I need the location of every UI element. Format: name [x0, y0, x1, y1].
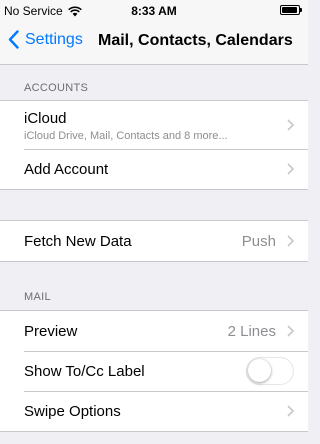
- mail-group: Preview 2 Lines Show To/Cc Label Swipe O…: [0, 310, 308, 432]
- accounts-section-header: ACCOUNTS: [24, 82, 89, 94]
- toggle-knob: [248, 359, 271, 382]
- chevron-right-icon: [287, 163, 294, 175]
- chevron-right-icon: [287, 119, 294, 131]
- preview-row[interactable]: Preview 2 Lines: [0, 311, 308, 351]
- swipe-options-label: Swipe Options: [24, 403, 121, 420]
- fetch-new-data-row[interactable]: Fetch New Data Push: [0, 221, 308, 261]
- add-account-row[interactable]: Add Account: [0, 149, 308, 189]
- preview-label: Preview: [24, 323, 78, 340]
- mail-section-header: MAIL: [24, 291, 51, 303]
- preview-value: 2 Lines: [227, 323, 276, 340]
- status-time: 8:33 AM: [131, 4, 177, 18]
- accounts-group: iCloud iCloud Drive, Mail, Contacts and …: [0, 100, 308, 190]
- fetch-group: Fetch New Data Push: [0, 220, 308, 262]
- status-bar: No Service 8:33 AM: [0, 0, 308, 20]
- show-to-cc-label: Show To/Cc Label: [24, 363, 145, 380]
- nav-bar: Settings Mail, Contacts, Calendars: [0, 20, 308, 65]
- show-to-cc-toggle[interactable]: [246, 357, 294, 385]
- back-button[interactable]: Settings: [8, 30, 83, 49]
- fetch-value: Push: [241, 233, 276, 250]
- chevron-right-icon: [287, 325, 294, 337]
- chevron-left-icon: [8, 30, 19, 49]
- back-label: Settings: [25, 30, 83, 48]
- add-account-label: Add Account: [24, 161, 109, 178]
- fetch-new-data-label: Fetch New Data: [24, 233, 132, 250]
- page-title: Mail, Contacts, Calendars: [98, 32, 293, 49]
- show-to-cc-row: Show To/Cc Label: [0, 351, 308, 391]
- icloud-label: iCloud: [24, 110, 67, 127]
- icloud-account-row[interactable]: iCloud iCloud Drive, Mail, Contacts and …: [0, 101, 308, 149]
- icloud-sublabel: iCloud Drive, Mail, Contacts and 8 more.…: [24, 130, 228, 142]
- chevron-right-icon: [287, 405, 294, 417]
- battery-icon: [280, 5, 302, 15]
- chevron-right-icon: [287, 235, 294, 247]
- swipe-options-row[interactable]: Swipe Options: [0, 391, 308, 431]
